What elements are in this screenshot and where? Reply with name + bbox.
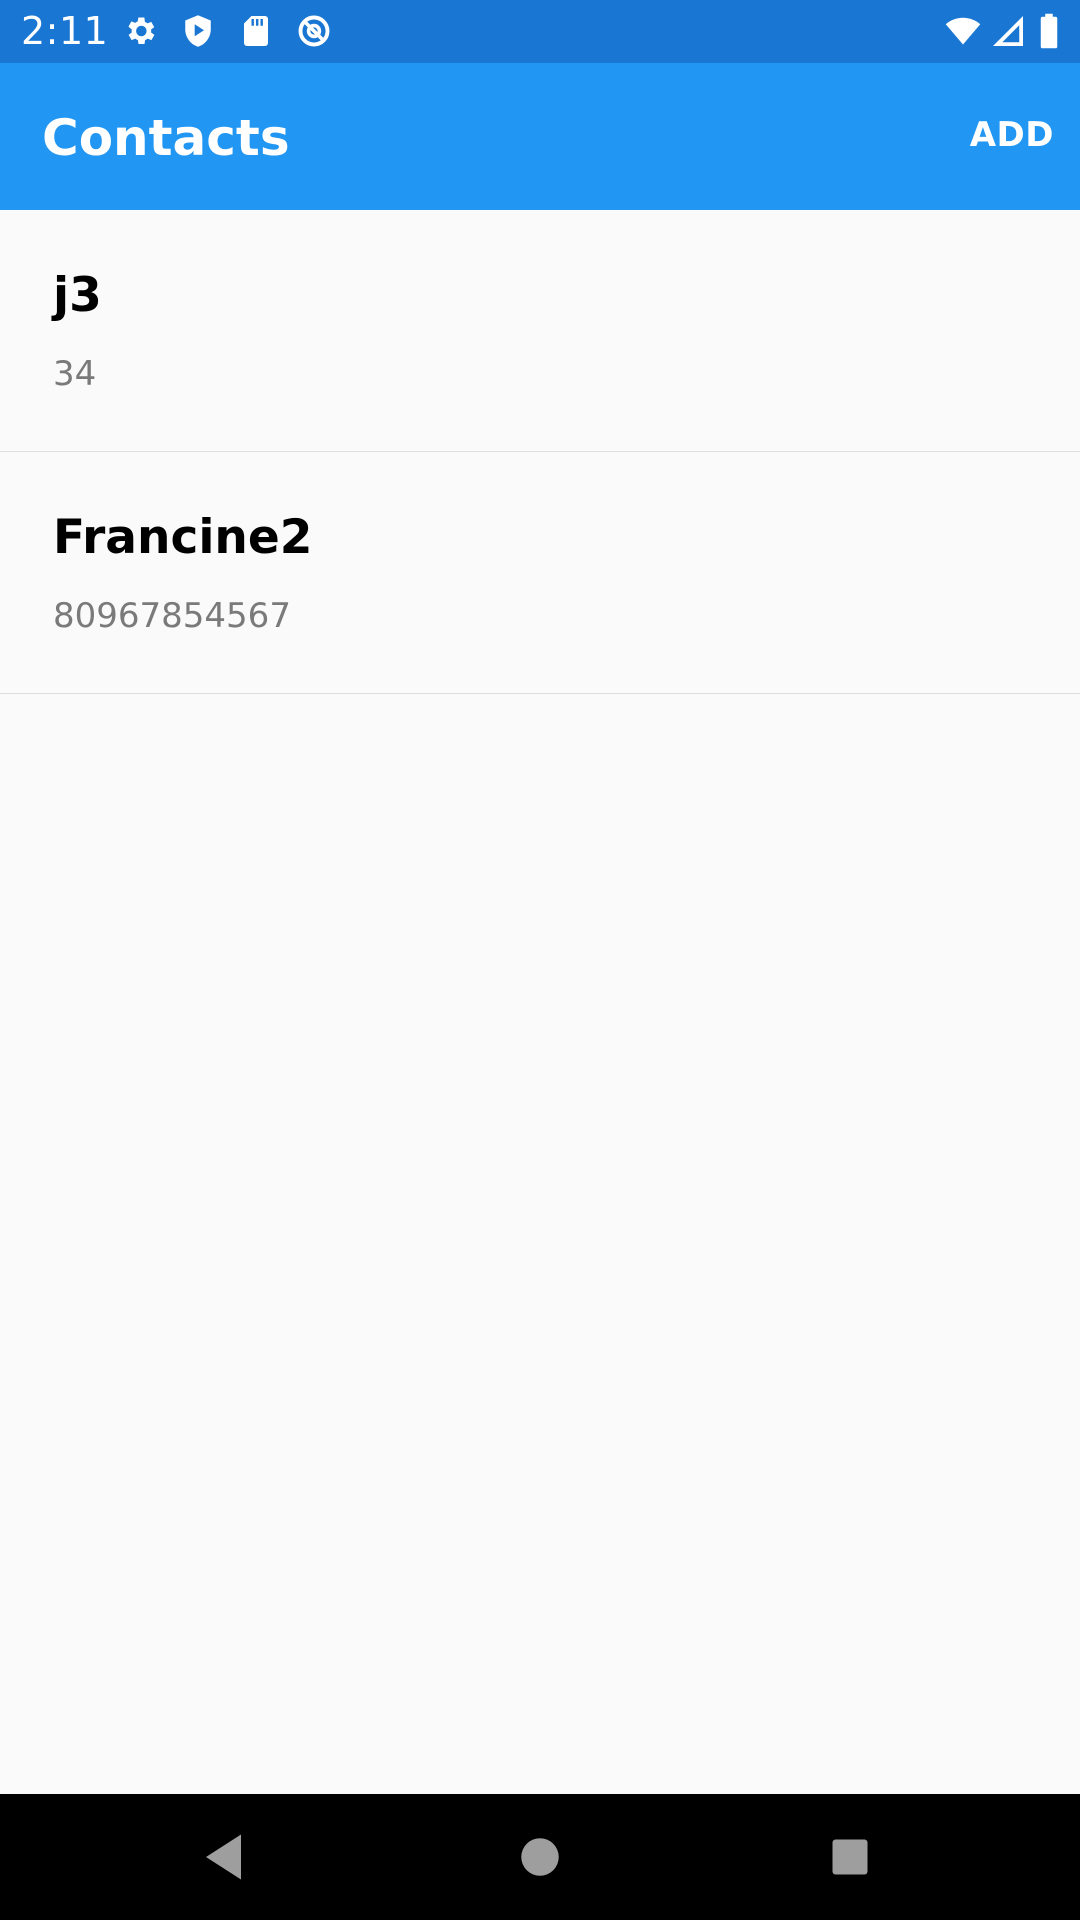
page-title: Contacts	[42, 109, 290, 167]
contact-name: Francine2	[53, 510, 313, 565]
status-time: 2:11	[21, 9, 109, 53]
contact-name: j3	[53, 268, 102, 323]
list-item[interactable]: j3 34	[0, 210, 1080, 452]
gear-icon	[128, 17, 155, 45]
contacts-list: j3 34 Francine2 80967854567	[0, 210, 1080, 694]
navigation-bar	[0, 1794, 1080, 1920]
back-icon[interactable]	[196, 1827, 256, 1887]
add-contact-button[interactable]: ADD	[970, 115, 1054, 155]
cell-signal-icon	[993, 16, 1023, 46]
home-icon[interactable]	[510, 1827, 570, 1887]
battery-icon	[1040, 13, 1058, 49]
app-bar: Contacts ADD	[0, 63, 1080, 210]
list-item[interactable]: Francine2 80967854567	[0, 452, 1080, 694]
contact-phone: 34	[53, 354, 97, 394]
shield-play-icon	[185, 15, 211, 47]
recents-icon[interactable]	[820, 1827, 880, 1887]
sd-card-icon	[244, 16, 268, 46]
at-sign-icon	[298, 15, 330, 47]
status-bar: 2:11	[0, 0, 1080, 63]
wifi-icon	[945, 17, 981, 45]
contact-phone: 80967854567	[53, 596, 291, 636]
